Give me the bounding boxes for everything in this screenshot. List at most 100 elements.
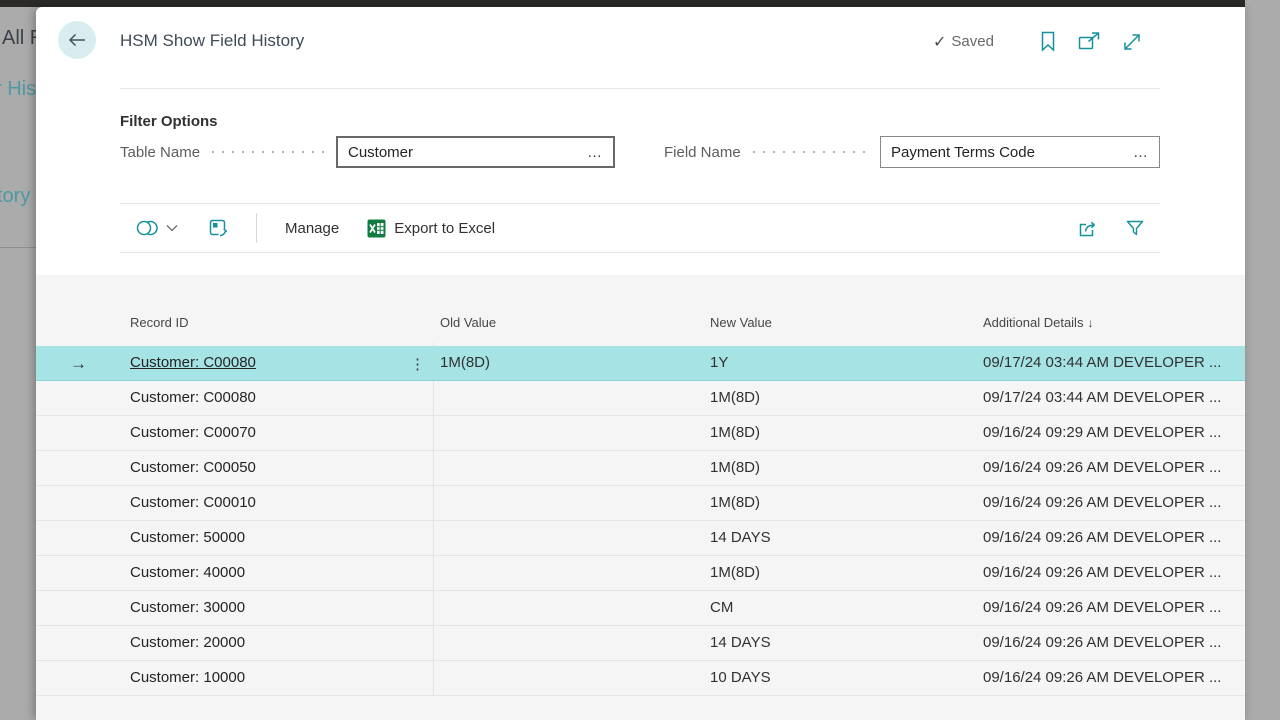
check-icon: ✓: [933, 32, 946, 52]
table-row[interactable]: → Customer: C00050 1M(8D) 09/16/24 09:26…: [36, 451, 1245, 486]
dotted-leader: [208, 151, 324, 153]
cell-old-value: 1M(8D): [440, 346, 710, 380]
table-row[interactable]: → Customer: 50000 14 DAYS 09/16/24 09:26…: [36, 521, 1245, 556]
table-row[interactable]: → Customer: C00070 1M(8D) 09/16/24 09:29…: [36, 416, 1245, 451]
toolbar-divider: [256, 213, 257, 243]
backdrop-divider: [0, 247, 36, 248]
excel-icon: [367, 219, 386, 238]
cell-new-value: 14 DAYS: [710, 626, 983, 660]
cell-additional-details: 09/17/24 03:44 AM DEVELOPER ...: [983, 381, 1245, 415]
cell-new-value: 1M(8D): [710, 556, 983, 590]
cell-record-id[interactable]: Customer: 40000: [130, 556, 440, 590]
save-status-label: Saved: [951, 33, 994, 50]
header-divider: [120, 88, 1160, 89]
column-header-old-value[interactable]: Old Value: [440, 315, 496, 330]
cell-new-value: 1M(8D): [710, 451, 983, 485]
column-header-record-id[interactable]: Record ID: [130, 315, 189, 330]
views-icon: [135, 218, 160, 238]
cell-record-id[interactable]: Customer: 10000: [130, 661, 440, 695]
back-button[interactable]: [58, 21, 96, 59]
grid-header: Record ID Old Value New Value Additional…: [36, 315, 1245, 337]
dotted-leader: [749, 151, 868, 153]
column-header-additional-details[interactable]: Additional Details↓: [983, 315, 1093, 330]
switch-layout-icon[interactable]: [208, 218, 228, 238]
cell-old-value: [440, 556, 710, 590]
table-name-value: Customer: [348, 144, 585, 161]
cell-new-value: CM: [710, 591, 983, 625]
cell-new-value: 14 DAYS: [710, 521, 983, 555]
share-icon[interactable]: [1078, 218, 1101, 238]
table-row[interactable]: → Customer: 20000 14 DAYS 09/16/24 09:26…: [36, 626, 1245, 661]
row-gutter: →: [36, 521, 130, 555]
field-history-grid: Record ID Old Value New Value Additional…: [36, 275, 1245, 720]
backdrop-clipped-text: r His: [0, 78, 36, 101]
table-row[interactable]: → Customer: C00010 1M(8D) 09/16/24 09:26…: [36, 486, 1245, 521]
table-name-lookup-button[interactable]: …: [585, 144, 605, 161]
table-row[interactable]: → Customer: 40000 1M(8D) 09/16/24 09:26 …: [36, 556, 1245, 591]
cell-record-id[interactable]: Customer: C00010: [130, 486, 440, 520]
row-gutter: →: [36, 486, 130, 520]
cell-record-id[interactable]: Customer: C00070: [130, 416, 440, 450]
backdrop-clipped-text: tory: [0, 185, 30, 208]
table-name-field: Table Name Customer …: [120, 136, 615, 168]
table-name-input[interactable]: Customer …: [336, 136, 615, 168]
cell-additional-details: 09/16/24 09:26 AM DEVELOPER ...: [983, 486, 1245, 520]
table-row[interactable]: → Customer: 10000 10 DAYS 09/16/24 09:26…: [36, 661, 1245, 696]
field-name-value: Payment Terms Code: [891, 144, 1131, 161]
field-name-lookup-button[interactable]: …: [1131, 144, 1151, 161]
cell-record-id[interactable]: Customer: 30000: [130, 591, 440, 625]
row-kebab-menu[interactable]: ⋮: [410, 346, 425, 381]
column-header-new-value[interactable]: New Value: [710, 315, 772, 330]
cell-record-id[interactable]: Customer: C00080: [130, 381, 440, 415]
cell-record-id[interactable]: Customer: 20000: [130, 626, 440, 660]
row-gutter: →: [36, 381, 130, 415]
cell-new-value: 1M(8D): [710, 381, 983, 415]
field-name-field: Field Name Payment Terms Code …: [664, 136, 1160, 168]
field-history-dialog: HSM Show Field History ✓ Saved Filter Op…: [36, 7, 1245, 720]
cell-old-value: [440, 486, 710, 520]
row-gutter: →: [36, 451, 130, 485]
cell-old-value: [440, 381, 710, 415]
views-menu-button[interactable]: [135, 218, 178, 238]
cell-record-id[interactable]: Customer: 50000: [130, 521, 440, 555]
cell-additional-details: 09/17/24 03:44 AM DEVELOPER ...: [983, 346, 1245, 380]
expand-icon[interactable]: [1122, 32, 1142, 52]
manage-button[interactable]: Manage: [285, 220, 339, 237]
save-status: ✓ Saved: [933, 32, 994, 52]
cell-old-value: [440, 626, 710, 660]
active-row-arrow-icon: →: [70, 355, 87, 372]
row-gutter: →: [36, 591, 130, 625]
cell-additional-details: 09/16/24 09:26 AM DEVELOPER ...: [983, 591, 1245, 625]
cell-record-id[interactable]: Customer: C00050: [130, 451, 440, 485]
cell-record-id[interactable]: Customer: C00080: [130, 346, 440, 380]
table-row[interactable]: → Customer: C00080 1M(8D) 1Y 09/17/24 03…: [36, 346, 1245, 381]
cell-new-value: 1M(8D): [710, 486, 983, 520]
cell-additional-details: 09/16/24 09:26 AM DEVELOPER ...: [983, 661, 1245, 695]
filter-section-title: Filter Options: [120, 113, 218, 130]
cell-additional-details: 09/16/24 09:26 AM DEVELOPER ...: [983, 521, 1245, 555]
filter-icon[interactable]: [1125, 219, 1145, 237]
table-row[interactable]: → Customer: 30000 CM 09/16/24 09:26 AM D…: [36, 591, 1245, 626]
cell-old-value: [440, 591, 710, 625]
background-top-bar: [0, 0, 1245, 7]
grid-rows: → Customer: C00080 1M(8D) 1Y 09/17/24 03…: [36, 346, 1245, 696]
chevron-down-icon: [166, 224, 178, 232]
header-actions: ✓ Saved: [933, 31, 1142, 52]
cell-additional-details: 09/16/24 09:26 AM DEVELOPER ...: [983, 451, 1245, 485]
table-row[interactable]: → Customer: C00080 1M(8D) 09/17/24 03:44…: [36, 381, 1245, 416]
row-gutter: →: [36, 346, 130, 380]
cell-old-value: [440, 416, 710, 450]
cell-additional-details: 09/16/24 09:26 AM DEVELOPER ...: [983, 556, 1245, 590]
cell-new-value: 10 DAYS: [710, 661, 983, 695]
field-name-input[interactable]: Payment Terms Code …: [880, 136, 1160, 168]
cell-new-value: 1Y: [710, 346, 983, 380]
cell-additional-details: 09/16/24 09:29 AM DEVELOPER ...: [983, 416, 1245, 450]
field-name-label: Field Name: [664, 144, 741, 161]
export-to-excel-button[interactable]: Export to Excel: [367, 219, 495, 238]
open-in-new-window-icon[interactable]: [1078, 32, 1101, 51]
page-title: HSM Show Field History: [120, 31, 304, 51]
bookmark-icon[interactable]: [1040, 31, 1056, 52]
cell-old-value: [440, 521, 710, 555]
row-gutter: →: [36, 556, 130, 590]
cell-old-value: [440, 451, 710, 485]
